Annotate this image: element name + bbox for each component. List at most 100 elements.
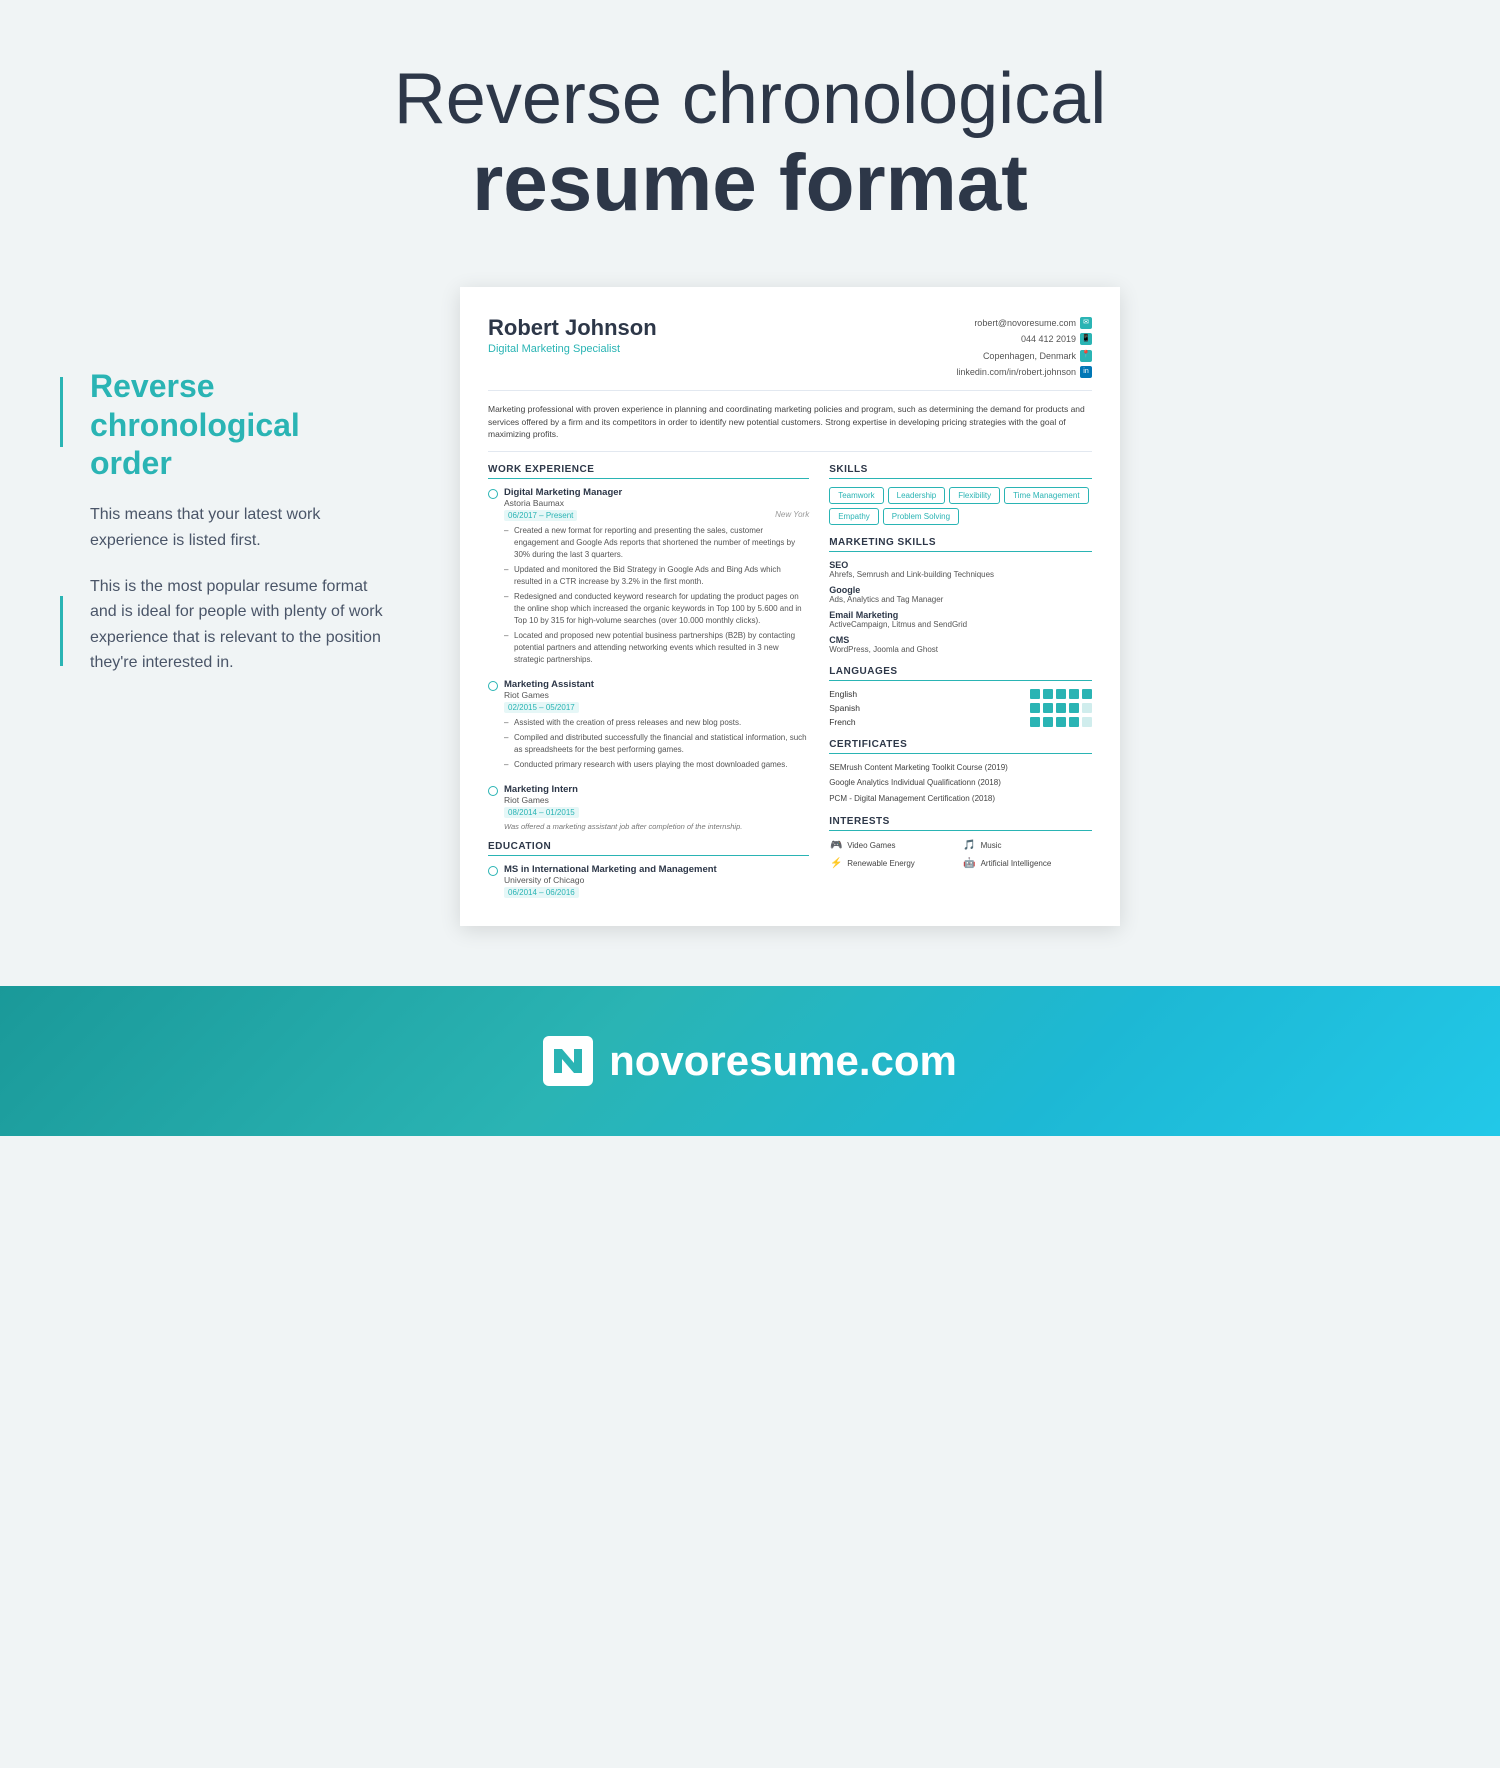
resume-card: Robert Johnson Digital Marketing Special…	[460, 287, 1120, 926]
lang-english-dots	[1030, 689, 1092, 699]
dot	[1069, 689, 1079, 699]
footer-logo	[543, 1036, 593, 1086]
bullet-1-2: Updated and monitored the Bid Strategy i…	[504, 564, 809, 588]
languages-section: LANGUAGES English Spanish	[829, 666, 1092, 727]
page-footer: novoresume.com	[0, 986, 1500, 1136]
languages-title: LANGUAGES	[829, 666, 1092, 681]
page-title-light: Reverse chronological	[20, 60, 1480, 139]
lang-spanish-dots	[1030, 703, 1092, 713]
footer-brand-name: novoresume.com	[609, 1037, 957, 1085]
lang-spanish-name: Spanish	[829, 703, 889, 713]
sidebar-heading: Reverse chronological order	[90, 367, 390, 482]
skills-section: SKILLS Teamwork Leadership Flexibility T…	[829, 464, 1092, 525]
linkedin-icon: in	[1080, 366, 1092, 378]
skill-tag-leadership: Leadership	[888, 487, 946, 504]
bullet-2-3: Conducted primary research with users pl…	[504, 759, 809, 771]
cert-3: PCM - Digital Management Certification (…	[829, 793, 1092, 804]
skill-tags: Teamwork Leadership Flexibility Time Man…	[829, 487, 1092, 525]
interests-title: INTERESTS	[829, 816, 1092, 831]
dot	[1043, 717, 1053, 727]
dot	[1030, 689, 1040, 699]
dot	[1043, 689, 1053, 699]
dot	[1056, 717, 1066, 727]
sidebar: Reverse chronological order This means t…	[80, 287, 400, 696]
skills-title: SKILLS	[829, 464, 1092, 479]
dot	[1030, 717, 1040, 727]
sidebar-para1: This means that your latest work experie…	[90, 502, 390, 553]
cert-2: Google Analytics Individual Qualificatio…	[829, 777, 1092, 788]
work-experience-title: WORK EXPERIENCE	[488, 464, 809, 479]
interest-ai: 🤖 Artificial Intelligence	[963, 857, 1092, 871]
mskill-email-desc: ActiveCampaign, Litmus and SendGrid	[829, 620, 1092, 629]
contact-email-text: robert@novoresume.com	[974, 315, 1076, 331]
edu-content-1: MS in International Marketing and Manage…	[504, 864, 717, 898]
job-title-2: Marketing Assistant	[504, 679, 809, 690]
dot	[1056, 689, 1066, 699]
phone-icon: 📱	[1080, 333, 1092, 345]
dot	[1069, 717, 1079, 727]
bullet-1-4: Located and proposed new potential busin…	[504, 630, 809, 666]
job-bullets-1: Created a new format for reporting and p…	[504, 525, 809, 666]
dot	[1043, 703, 1053, 713]
location-icon: 📍	[1080, 350, 1092, 362]
mskill-google: Google Ads, Analytics and Tag Manager	[829, 585, 1092, 604]
interest-music: 🎵 Music	[963, 839, 1092, 853]
resume-job-title: Digital Marketing Specialist	[488, 343, 657, 355]
skill-tag-time-mgmt: Time Management	[1004, 487, 1088, 504]
job-dates-3: 08/2014 – 01/2015	[504, 807, 579, 818]
job-dot-2	[488, 681, 498, 691]
resume-summary: Marketing professional with proven exper…	[488, 403, 1092, 452]
lang-french-name: French	[829, 717, 889, 727]
interests-section: INTERESTS 🎮 Video Games 🎵 Music ⚡ Rene	[829, 816, 1092, 871]
job-dates-2: 02/2015 – 05/2017	[504, 702, 579, 713]
job-dates-1: 06/2017 – Present	[504, 510, 577, 521]
contact-email: robert@novoresume.com ✉	[956, 315, 1092, 331]
dot	[1056, 703, 1066, 713]
resume-left-col: WORK EXPERIENCE Digital Marketing Manage…	[488, 464, 809, 898]
interest-renewable-energy: ⚡ Renewable Energy	[829, 857, 958, 871]
job-dot-1	[488, 489, 498, 499]
interest-video-games-label: Video Games	[847, 841, 895, 850]
certificates-section: CERTIFICATES SEMrush Content Marketing T…	[829, 739, 1092, 804]
resume-name: Robert Johnson	[488, 315, 657, 341]
resume-name-block: Robert Johnson Digital Marketing Special…	[488, 315, 657, 355]
edu-entry-1: MS in International Marketing and Manage…	[488, 864, 809, 898]
skill-tag-flexibility: Flexibility	[949, 487, 1000, 504]
job-dot-3	[488, 786, 498, 796]
mskill-cms-title: CMS	[829, 635, 1092, 645]
bullet-2-1: Assisted with the creation of press rele…	[504, 717, 809, 729]
job-meta-3: 08/2014 – 01/2015	[504, 807, 809, 818]
job-content-3: Marketing Intern Riot Games 08/2014 – 01…	[504, 784, 809, 831]
job-meta-2: 02/2015 – 05/2017	[504, 702, 809, 713]
skill-tag-empathy: Empathy	[829, 508, 879, 525]
ai-icon: 🤖	[963, 857, 977, 871]
mskill-seo-title: SEO	[829, 560, 1092, 570]
lang-english: English	[829, 689, 1092, 699]
contact-location-text: Copenhagen, Denmark	[983, 348, 1076, 364]
contact-linkedin-text: linkedin.com/in/robert.johnson	[956, 364, 1076, 380]
job-company-3: Riot Games	[504, 795, 809, 805]
edu-degree-1: MS in International Marketing and Manage…	[504, 864, 717, 875]
music-icon: 🎵	[963, 839, 977, 853]
mskill-email: Email Marketing ActiveCampaign, Litmus a…	[829, 610, 1092, 629]
marketing-skills-title: MARKETING SKILLS	[829, 537, 1092, 552]
edu-dates-1: 06/2014 – 06/2016	[504, 887, 579, 898]
mskill-cms: CMS WordPress, Joomla and Ghost	[829, 635, 1092, 654]
job-entry-1: Digital Marketing Manager Astoria Baumax…	[488, 487, 809, 669]
video-games-icon: 🎮	[829, 839, 843, 853]
resume-right-col: SKILLS Teamwork Leadership Flexibility T…	[829, 464, 1092, 898]
email-icon: ✉	[1080, 317, 1092, 329]
mskill-cms-desc: WordPress, Joomla and Ghost	[829, 645, 1092, 654]
mskill-seo-desc: Ahrefs, Semrush and Link-building Techni…	[829, 570, 1092, 579]
job-company-2: Riot Games	[504, 690, 809, 700]
dot	[1082, 689, 1092, 699]
main-content: Reverse chronological order This means t…	[0, 267, 1500, 966]
interest-grid: 🎮 Video Games 🎵 Music ⚡ Renewable Energy	[829, 839, 1092, 871]
contact-phone-text: 044 412 2019	[1021, 331, 1076, 347]
lang-spanish: Spanish	[829, 703, 1092, 713]
education-title: EDUCATION	[488, 841, 809, 856]
certificates-title: CERTIFICATES	[829, 739, 1092, 754]
resume-body: WORK EXPERIENCE Digital Marketing Manage…	[488, 464, 1092, 898]
contact-linkedin: linkedin.com/in/robert.johnson in	[956, 364, 1092, 380]
job-bullets-2: Assisted with the creation of press rele…	[504, 717, 809, 771]
